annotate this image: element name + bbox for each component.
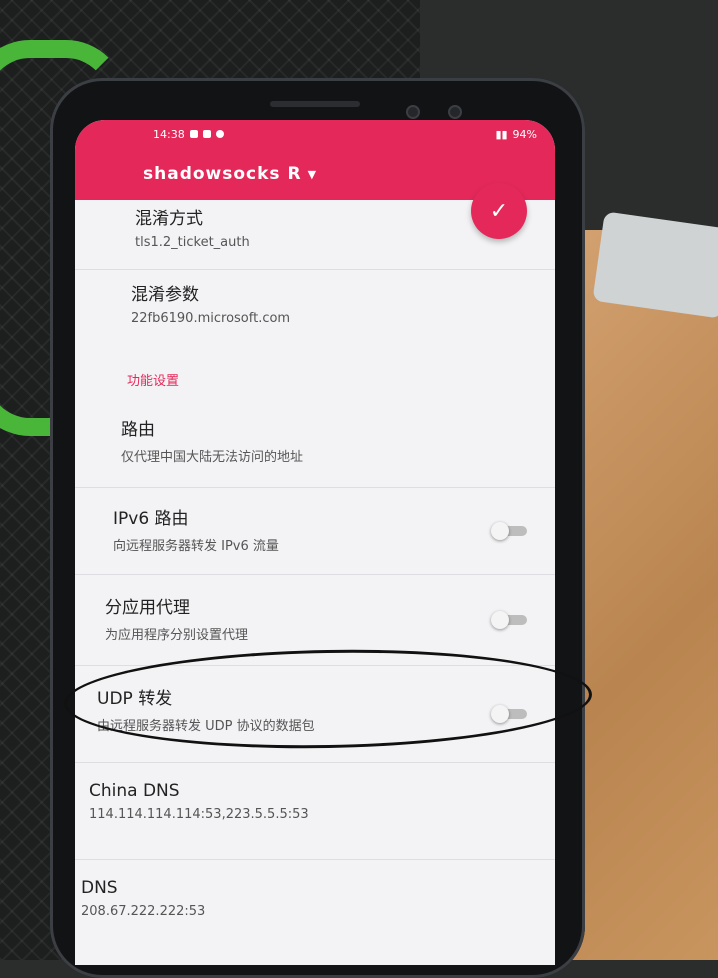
pref-summary: 22fb6190.microsoft.com (131, 311, 291, 326)
phone-sensor (448, 105, 462, 119)
chevron-down-icon[interactable]: ▼ (308, 168, 316, 181)
profile-selector[interactable]: shadowsocks R (143, 164, 302, 184)
pref-summary: tls1.2_ticket_auth (135, 235, 250, 250)
notification-icon (202, 130, 211, 138)
pref-summary: 向远程服务器转发 IPv6 流量 (113, 539, 279, 554)
phone-screen: 14:38 ▮▮ 94% shadowsocks R ▼ ✓ 混淆方式 tls1… (75, 120, 555, 965)
notification-icon (189, 130, 198, 138)
status-bar: 14:38 ▮▮ 94% (75, 120, 555, 148)
pref-summary: 为应用程序分别设置代理 (105, 628, 249, 643)
battery-level: 94% (512, 127, 537, 141)
pref-dns[interactable]: DNS 208.67.222.222:53 (75, 860, 555, 965)
status-time: 14:38 (153, 127, 185, 141)
pref-title: IPv6 路由 (113, 509, 189, 529)
pref-title: 混淆参数 (131, 285, 199, 305)
phone-camera (406, 105, 420, 119)
notification-icon (215, 130, 224, 138)
pref-route[interactable]: 路由 仅代理中国大陆无法访问的地址 (75, 401, 555, 488)
phone-speaker (270, 101, 360, 107)
pref-title: 路由 (121, 420, 155, 440)
pref-summary: 114.114.114.114:53,223.5.5.5:53 (89, 807, 309, 822)
preference-list: 混淆方式 tls1.2_ticket_auth 混淆参数 22fb6190.mi… (75, 200, 555, 965)
pref-ipv6[interactable]: IPv6 路由 向远程服务器转发 IPv6 流量 (75, 488, 555, 575)
pref-china-dns[interactable]: China DNS 114.114.114.114:53,223.5.5.5:5… (75, 763, 555, 860)
pref-title: 混淆方式 (135, 209, 203, 229)
per-app-toggle[interactable] (491, 611, 527, 629)
ipv6-toggle[interactable] (491, 522, 527, 540)
pref-obfs[interactable]: 混淆方式 tls1.2_ticket_auth (75, 200, 555, 270)
pref-title: China DNS (89, 781, 180, 801)
signal-icon: ▮▮ (495, 127, 508, 141)
pref-summary: 208.67.222.222:53 (81, 904, 206, 919)
pref-title: 分应用代理 (105, 598, 190, 618)
category-header: 功能设置 (127, 374, 180, 389)
pref-title: DNS (81, 878, 118, 898)
pref-obfs-param[interactable]: 混淆参数 22fb6190.microsoft.com (75, 270, 555, 348)
pref-summary: 仅代理中国大陆无法访问的地址 (121, 450, 304, 465)
background-box (592, 211, 718, 319)
